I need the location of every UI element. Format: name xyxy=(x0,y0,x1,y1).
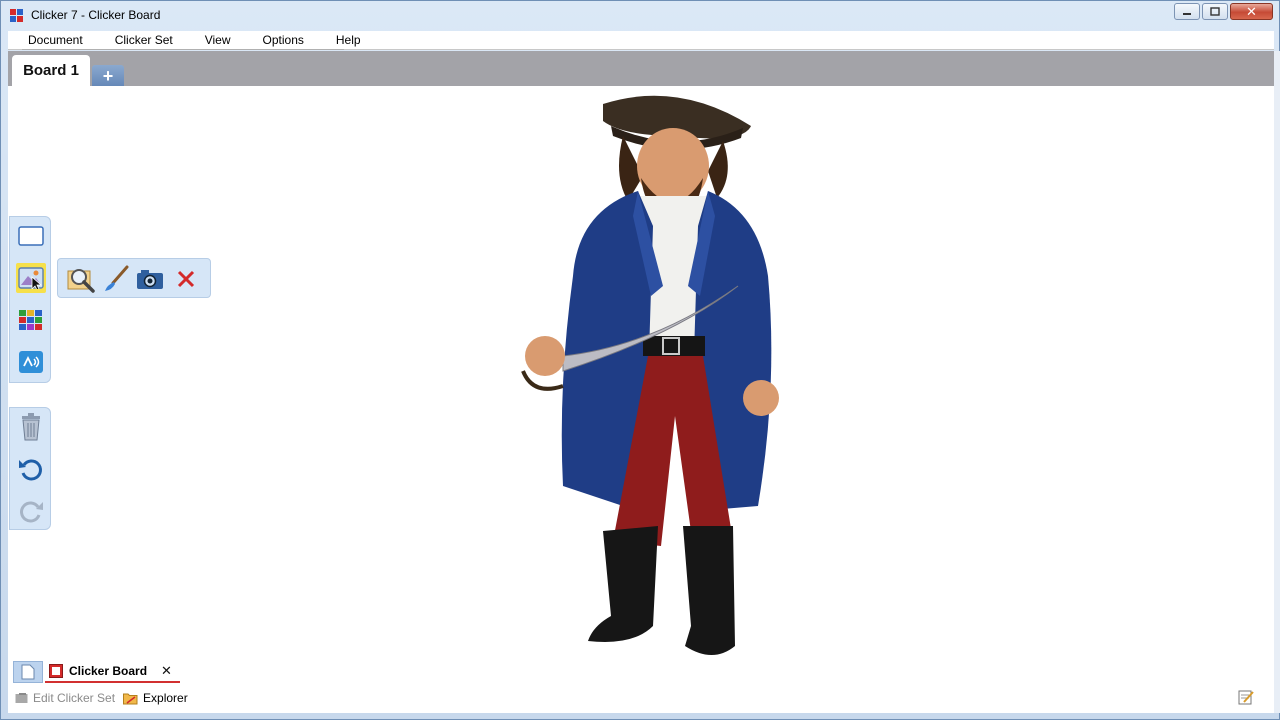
pirate-picture[interactable] xyxy=(503,86,793,666)
clicker-board-canvas[interactable] xyxy=(8,86,1274,713)
clicker-app-icon xyxy=(10,9,23,22)
picture-button[interactable] xyxy=(16,263,46,293)
new-document-button[interactable] xyxy=(13,661,43,683)
tab-board-1[interactable]: Board 1 xyxy=(12,55,90,86)
doc-tab-close-icon[interactable]: ✕ xyxy=(161,663,172,679)
delete-picture-button[interactable] xyxy=(170,264,202,294)
speech-button[interactable] xyxy=(16,347,46,377)
trash-button[interactable] xyxy=(16,412,46,442)
camera-icon xyxy=(137,270,163,289)
minimize-icon xyxy=(1183,12,1191,15)
window-controls: ✕ xyxy=(1174,3,1273,20)
trash-icon xyxy=(22,413,40,441)
notes-icon[interactable] xyxy=(1238,689,1254,705)
board-tab-strip: Board 1 + xyxy=(8,51,1274,86)
edit-toolbar xyxy=(9,407,51,530)
delete-icon xyxy=(177,270,195,288)
add-board-button[interactable]: + xyxy=(92,65,124,86)
explorer-label: Explorer xyxy=(143,691,188,705)
redo-icon xyxy=(20,501,43,523)
close-button[interactable]: ✕ xyxy=(1230,3,1273,20)
menu-help[interactable]: Help xyxy=(316,33,373,47)
tab-clicker-board[interactable]: Clicker Board ✕ xyxy=(45,661,180,683)
clicker-board-icon xyxy=(49,664,63,678)
minimize-button[interactable] xyxy=(1174,3,1200,20)
speech-icon xyxy=(19,351,43,373)
picture-icon xyxy=(18,267,44,289)
title-bar: Clicker 7 - Clicker Board ✕ xyxy=(1,1,1279,30)
restore-icon xyxy=(1210,7,1220,16)
explorer-link[interactable]: Explorer xyxy=(123,691,188,705)
redo-button[interactable] xyxy=(16,496,46,526)
plus-icon: + xyxy=(102,65,114,86)
grid-icon xyxy=(19,310,42,330)
search-picture-button[interactable] xyxy=(66,264,98,294)
document-tab-bar: Clicker Board ✕ xyxy=(13,660,180,684)
edit-clicker-set-link[interactable]: Edit Clicker Set xyxy=(15,691,115,705)
grid-button[interactable] xyxy=(16,305,46,335)
blank-cell-button[interactable] xyxy=(16,221,46,251)
camera-button[interactable] xyxy=(134,264,166,294)
cell-toolbar xyxy=(9,216,51,383)
restore-button[interactable] xyxy=(1202,3,1228,20)
blank-cell-icon xyxy=(18,226,44,246)
paintbrush-button[interactable] xyxy=(100,264,132,294)
folder-icon xyxy=(123,693,138,704)
bottom-link-bar: Edit Clicker Set Explorer xyxy=(15,691,188,705)
doc-tab-label: Clicker Board xyxy=(69,664,148,678)
menu-document[interactable]: Document xyxy=(8,33,95,47)
menu-clicker-set[interactable]: Clicker Set xyxy=(95,33,185,47)
app-window: Clicker 7 - Clicker Board ✕ Document Cli… xyxy=(0,0,1280,720)
menu-bar: Document Clicker Set View Options Help xyxy=(8,31,1274,50)
menu-divider xyxy=(22,49,344,50)
menu-view[interactable]: View xyxy=(185,33,243,47)
edit-set-icon xyxy=(15,693,28,703)
paintbrush-icon xyxy=(105,265,129,291)
document-icon xyxy=(21,664,35,680)
window-title: Clicker 7 - Clicker Board xyxy=(31,8,161,22)
vertical-scrollbar[interactable] xyxy=(1274,51,1280,713)
menu-options[interactable]: Options xyxy=(243,33,316,47)
undo-icon xyxy=(19,459,42,481)
edit-clicker-set-label: Edit Clicker Set xyxy=(33,691,116,705)
undo-button[interactable] xyxy=(16,454,46,484)
close-icon: ✕ xyxy=(1246,3,1257,19)
search-picture-icon xyxy=(67,269,95,293)
picture-popout-menu xyxy=(57,258,211,298)
